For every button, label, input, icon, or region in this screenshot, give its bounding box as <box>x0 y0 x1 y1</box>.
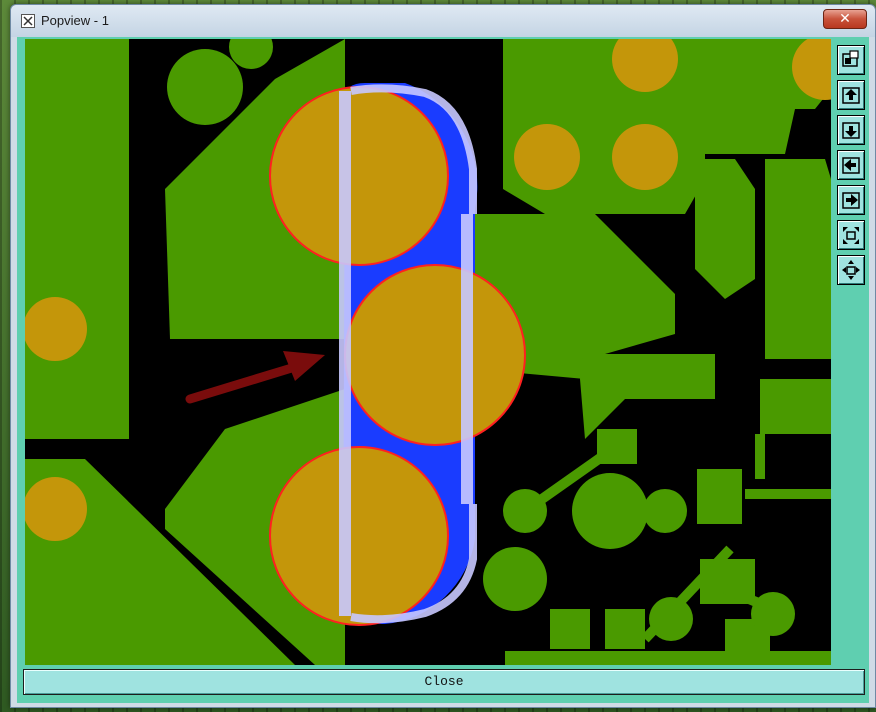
zoom-in-button[interactable] <box>837 80 865 110</box>
pan-center-icon <box>842 260 860 280</box>
window-title: Popview - 1 <box>41 13 109 28</box>
pan-right-icon <box>842 192 860 209</box>
pcb-view[interactable] <box>25 39 831 665</box>
zoom-window-icon <box>842 50 859 67</box>
pan-right-button[interactable] <box>837 185 865 215</box>
close-button[interactable]: Close <box>23 669 865 695</box>
close-icon: ✕ <box>839 11 851 27</box>
pan-left-button[interactable] <box>837 150 865 180</box>
view-toolbar <box>834 39 867 665</box>
zoom-window-button[interactable] <box>837 45 865 75</box>
zoom-out-button[interactable] <box>837 115 865 145</box>
close-window-button[interactable]: ✕ <box>823 9 867 29</box>
client-area: Close <box>17 37 869 703</box>
pan-center-button[interactable] <box>837 255 865 285</box>
pan-left-icon <box>842 157 860 174</box>
zoom-out-icon <box>842 122 860 139</box>
zoom-in-icon <box>842 87 860 104</box>
fit-all-button[interactable] <box>837 220 865 250</box>
app-icon <box>21 14 35 28</box>
popview-window: Popview - 1 ✕ Close <box>10 4 876 708</box>
fit-all-icon <box>843 227 859 244</box>
title-bar[interactable]: Popview - 1 ✕ <box>11 5 875 37</box>
